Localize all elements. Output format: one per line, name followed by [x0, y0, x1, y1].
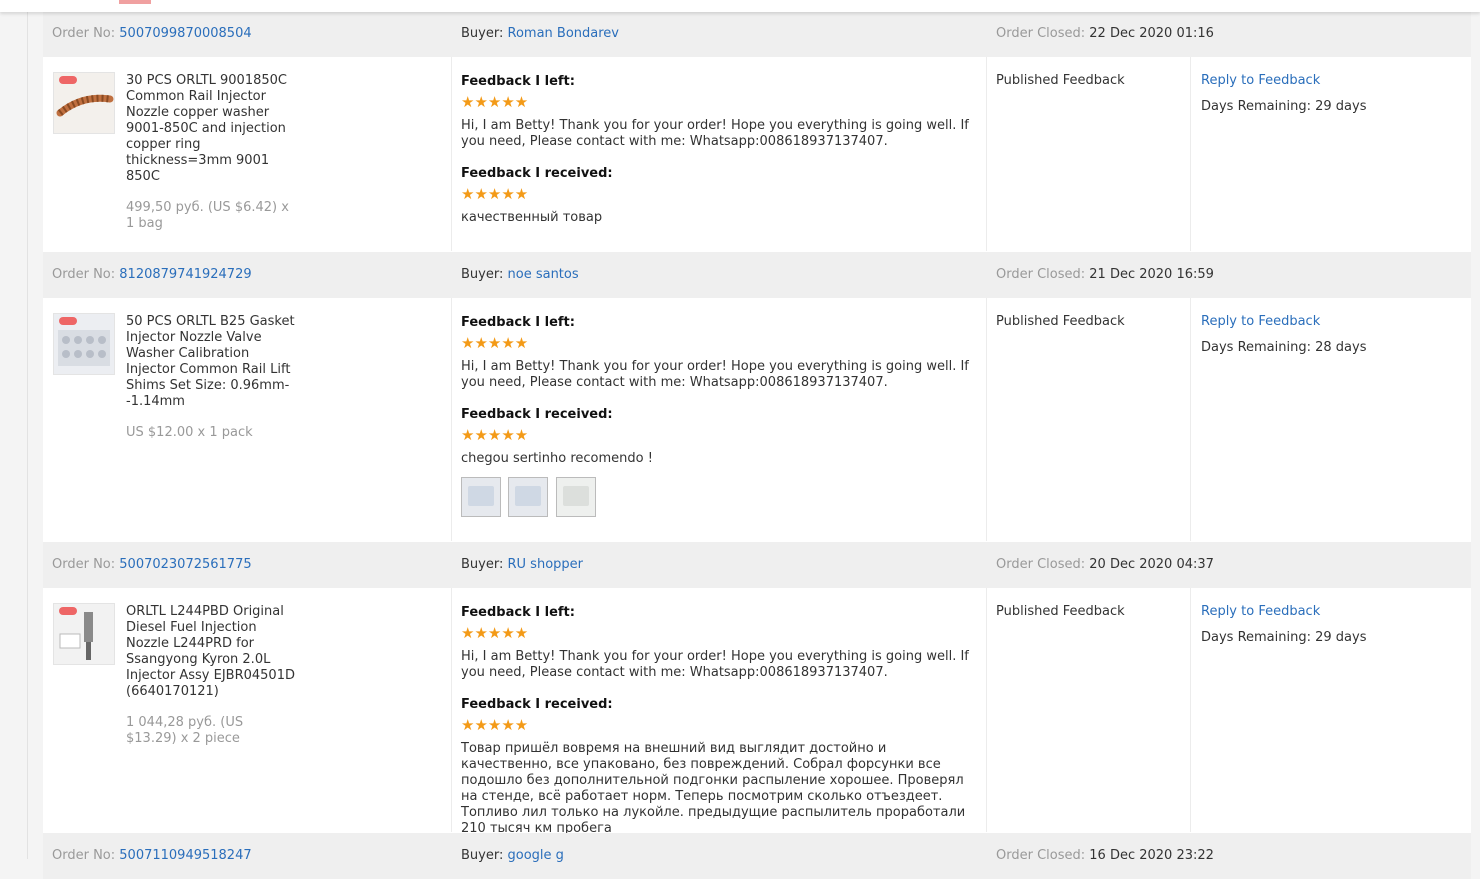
days-remaining: Days Remaining: 29 days — [1201, 99, 1367, 114]
column-divider — [1190, 298, 1191, 541]
reply-to-feedback-link[interactable]: Reply to Feedback — [1201, 604, 1320, 619]
feedback-left-label: Feedback I left: — [461, 74, 575, 89]
product-price: US $12.00 x 1 pack — [126, 425, 253, 440]
photo-icon — [468, 486, 494, 506]
buyer-link[interactable]: Roman Bondarev — [508, 26, 619, 41]
column-divider — [451, 298, 452, 541]
brand-logo-icon — [59, 607, 77, 615]
buyer-photo-thumbnail[interactable] — [556, 477, 596, 517]
column-divider — [451, 57, 452, 251]
feedback-received-text: chegou sertinho recomendo ! — [461, 451, 653, 466]
order-closed: Order Closed: 16 Dec 2020 23:22 — [996, 848, 1214, 863]
order-no-link[interactable]: 5007023072561775 — [119, 557, 251, 572]
feedback-left-text: Hi, I am Betty! Thank you for your order… — [461, 359, 969, 390]
feedback-left-label: Feedback I left: — [461, 605, 575, 620]
stars-left: ★★★★★ — [461, 93, 529, 111]
column-divider — [451, 588, 452, 832]
reply-to-feedback-link[interactable]: Reply to Feedback — [1201, 314, 1320, 329]
brand-logo-icon — [59, 317, 77, 325]
feedback-left-label: Feedback I left: — [461, 315, 575, 330]
column-divider — [986, 298, 987, 541]
feedback-received-label: Feedback I received: — [461, 166, 613, 181]
stars-received: ★★★★★ — [461, 716, 529, 734]
published-status: Published Feedback — [996, 314, 1125, 329]
stars-received: ★★★★★ — [461, 185, 529, 203]
stars-received: ★★★★★ — [461, 426, 529, 444]
product-name-link[interactable]: 50 PCS ORLTL B25 Gasket Injector Nozzle … — [126, 314, 296, 410]
feedback-received-label: Feedback I received: — [461, 407, 613, 422]
feedback-received-text: Товар пришёл вовремя на внешний вид выгл… — [461, 741, 966, 836]
product-price: 1 044,28 руб. (US $13.29) x 2 piece — [126, 715, 244, 746]
column-divider — [1190, 588, 1191, 832]
days-remaining: Days Remaining: 29 days — [1201, 630, 1367, 645]
order-no-link[interactable]: 5007099870008504 — [119, 26, 251, 41]
published-status: Published Feedback — [996, 73, 1125, 88]
feedback-left-text: Hi, I am Betty! Thank you for your order… — [461, 118, 969, 149]
order-header: Order No: 5007023072561775 Buyer: RU sho… — [43, 542, 1471, 588]
brand-logo-icon — [59, 76, 77, 84]
days-remaining: Days Remaining: 28 days — [1201, 340, 1367, 355]
buyer-photo-thumbnail[interactable] — [461, 477, 501, 517]
column-divider — [986, 57, 987, 251]
buyer: Buyer: RU shopper — [461, 557, 583, 572]
buyer-link[interactable]: google g — [508, 848, 564, 863]
top-accent — [119, 0, 151, 4]
buyer-photo-thumbnail[interactable] — [508, 477, 548, 517]
order-no: Order No: 5007099870008504 — [52, 26, 252, 41]
stars-left: ★★★★★ — [461, 624, 529, 642]
top-bar — [0, 0, 1480, 12]
product-name-link[interactable]: 30 PCS ORLTL 9001850C Common Rail Inject… — [126, 73, 296, 185]
order-header: Order No: 5007099870008504 Buyer: Roman … — [43, 11, 1471, 57]
buyer-link[interactable]: noe santos — [508, 267, 579, 282]
order-closed: Order Closed: 22 Dec 2020 01:16 — [996, 26, 1214, 41]
photo-icon — [515, 486, 541, 506]
left-divider — [27, 0, 28, 859]
product-name-link[interactable]: ORLTL L244PBD Original Diesel Fuel Injec… — [126, 604, 296, 700]
order-no: Order No: 5007023072561775 — [52, 557, 252, 572]
order-no: Order No: 5007110949518247 — [52, 848, 252, 863]
buyer: Buyer: noe santos — [461, 267, 579, 282]
column-divider — [986, 588, 987, 832]
buyer: Buyer: Roman Bondarev — [461, 26, 619, 41]
column-divider — [1190, 57, 1191, 251]
published-status: Published Feedback — [996, 604, 1125, 619]
product-thumbnail[interactable] — [53, 313, 115, 375]
order-header: Order No: 5007110949518247 Buyer: google… — [43, 833, 1471, 879]
feedback-left-text: Hi, I am Betty! Thank you for your order… — [461, 649, 969, 680]
order-no-link[interactable]: 5007110949518247 — [119, 848, 251, 863]
feedback-received-label: Feedback I received: — [461, 697, 613, 712]
stars-left: ★★★★★ — [461, 334, 529, 352]
order-closed: Order Closed: 20 Dec 2020 04:37 — [996, 557, 1214, 572]
order-header: Order No: 8120879741924729 Buyer: noe sa… — [43, 252, 1471, 298]
order-no: Order No: 8120879741924729 — [52, 267, 252, 282]
order-no-link[interactable]: 8120879741924729 — [119, 267, 251, 282]
feedback-received-text: качественный товар — [461, 210, 603, 225]
reply-to-feedback-link[interactable]: Reply to Feedback — [1201, 73, 1320, 88]
product-thumbnail[interactable] — [53, 603, 115, 665]
product-price: 499,50 руб. (US $6.42) x 1 bag — [126, 200, 289, 231]
buyer: Buyer: google g — [461, 848, 564, 863]
product-thumbnail[interactable] — [53, 72, 115, 134]
photo-icon — [563, 486, 589, 506]
buyer-link[interactable]: RU shopper — [508, 557, 584, 572]
order-closed: Order Closed: 21 Dec 2020 16:59 — [996, 267, 1214, 282]
